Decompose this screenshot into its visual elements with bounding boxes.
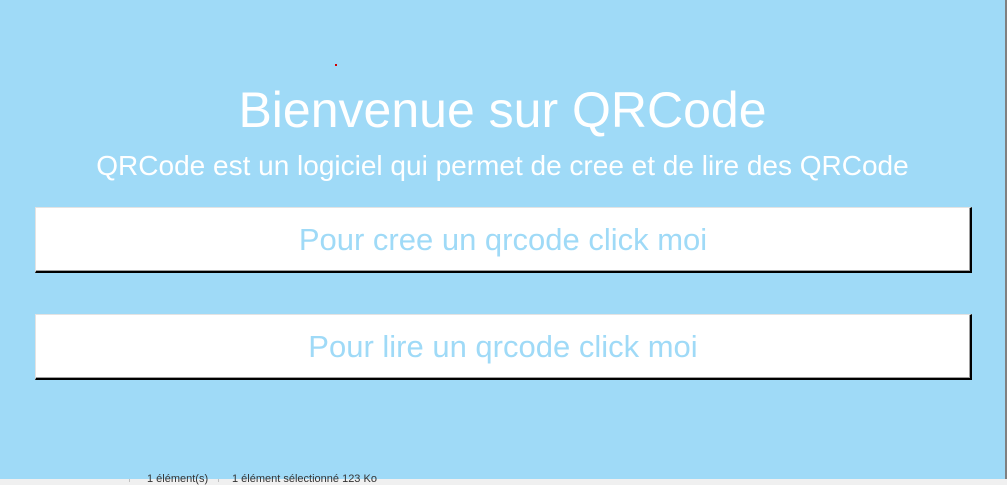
status-item-count: 1 élément(s) <box>147 473 209 485</box>
page-subtitle: QRCode est un logiciel qui permet de cre… <box>96 150 909 181</box>
read-qrcode-button[interactable]: Pour lire un qrcode click moi <box>35 314 972 380</box>
red-dot-marker <box>335 64 337 66</box>
create-qrcode-button[interactable]: Pour cree un qrcode click moi <box>35 207 972 273</box>
app-window: Bienvenue sur QRCode QRCode est un logic… <box>0 0 1007 479</box>
page-title: Bienvenue sur QRCode <box>238 82 767 138</box>
status-selection: 1 élément sélectionné 123 Ko <box>232 473 377 485</box>
